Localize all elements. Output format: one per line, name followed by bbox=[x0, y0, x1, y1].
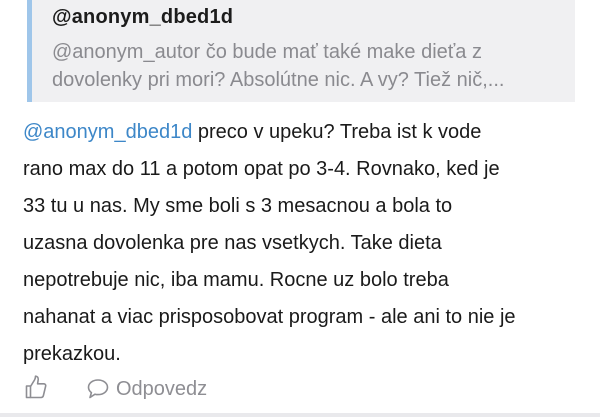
comment-line: uzasna dovolenka pre nas vsetkych. Take … bbox=[23, 232, 442, 254]
like-button[interactable] bbox=[24, 374, 48, 404]
reply-button[interactable]: Odpovedz bbox=[86, 378, 207, 401]
quoted-text: @anonym_autor čo bude mať také make dieť… bbox=[52, 38, 572, 94]
comment-line: nepotrebuje nic, iba mamu. Rocne uz bolo… bbox=[23, 269, 449, 291]
reply-label: Odpovedz bbox=[116, 377, 208, 400]
comment-body: @anonym_dbed1d preco v upeku? Treba ist … bbox=[23, 114, 593, 373]
comment-actions: Odpovedz bbox=[24, 374, 207, 404]
comment-line: 33 tu u nas. My sme boli s 3 mesacnou a … bbox=[23, 195, 453, 217]
comment-text: preco v upeku? Treba ist k vode bbox=[192, 121, 482, 143]
speech-bubble-icon bbox=[86, 378, 110, 400]
quoted-comment[interactable]: @anonym_dbed1d @anonym_autor čo bude mať… bbox=[27, 0, 575, 102]
comment-line: prekazkou. bbox=[23, 343, 121, 365]
thumbs-up-icon bbox=[25, 374, 47, 404]
quoted-text-line: @anonym_autor čo bude mať také make dieť… bbox=[52, 41, 482, 63]
divider bbox=[0, 413, 600, 417]
mention-link[interactable]: @anonym_dbed1d bbox=[23, 121, 192, 143]
comment-line: rano max do 11 a potom opat po 3-4. Rovn… bbox=[23, 158, 500, 180]
quoted-text-line: dovolenky pri mori? Absolútne nic. A vy?… bbox=[52, 69, 505, 91]
comment-card: @anonym_dbed1d @anonym_autor čo bude mať… bbox=[0, 0, 600, 417]
quoted-author[interactable]: @anonym_dbed1d bbox=[52, 6, 233, 29]
comment-line: @anonym_dbed1d preco v upeku? Treba ist … bbox=[23, 114, 593, 151]
comment-line: nahanat a viac prisposobovat program - a… bbox=[23, 306, 516, 328]
